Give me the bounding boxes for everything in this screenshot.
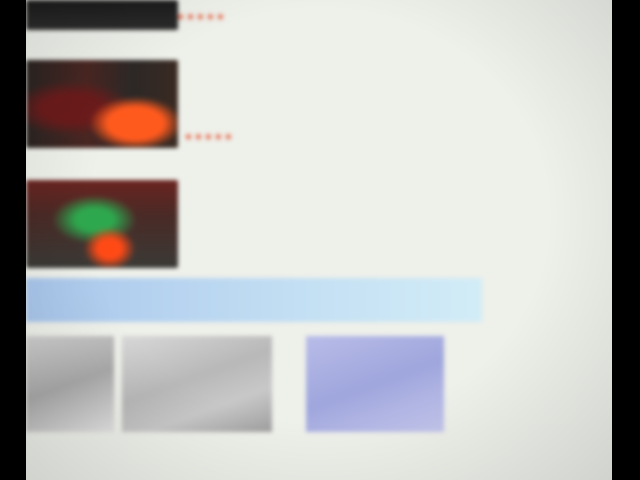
blurred-content: ★★★★★ ★★★★★: [26, 0, 612, 480]
rating-stars: ★★★★★: [184, 132, 234, 143]
related-video-thumbnail[interactable]: [306, 336, 444, 432]
rating-stars: ★★★★★: [176, 12, 226, 23]
video-thumbnail[interactable]: [26, 60, 178, 148]
video-thumbnail[interactable]: [26, 180, 178, 268]
related-video-thumbnail[interactable]: [122, 336, 272, 432]
section-header-bar: [26, 278, 482, 322]
related-video-thumbnail[interactable]: [26, 336, 114, 432]
video-thumbnail[interactable]: [26, 0, 178, 30]
browser-page: ★★★★★ ★★★★★: [26, 0, 612, 480]
